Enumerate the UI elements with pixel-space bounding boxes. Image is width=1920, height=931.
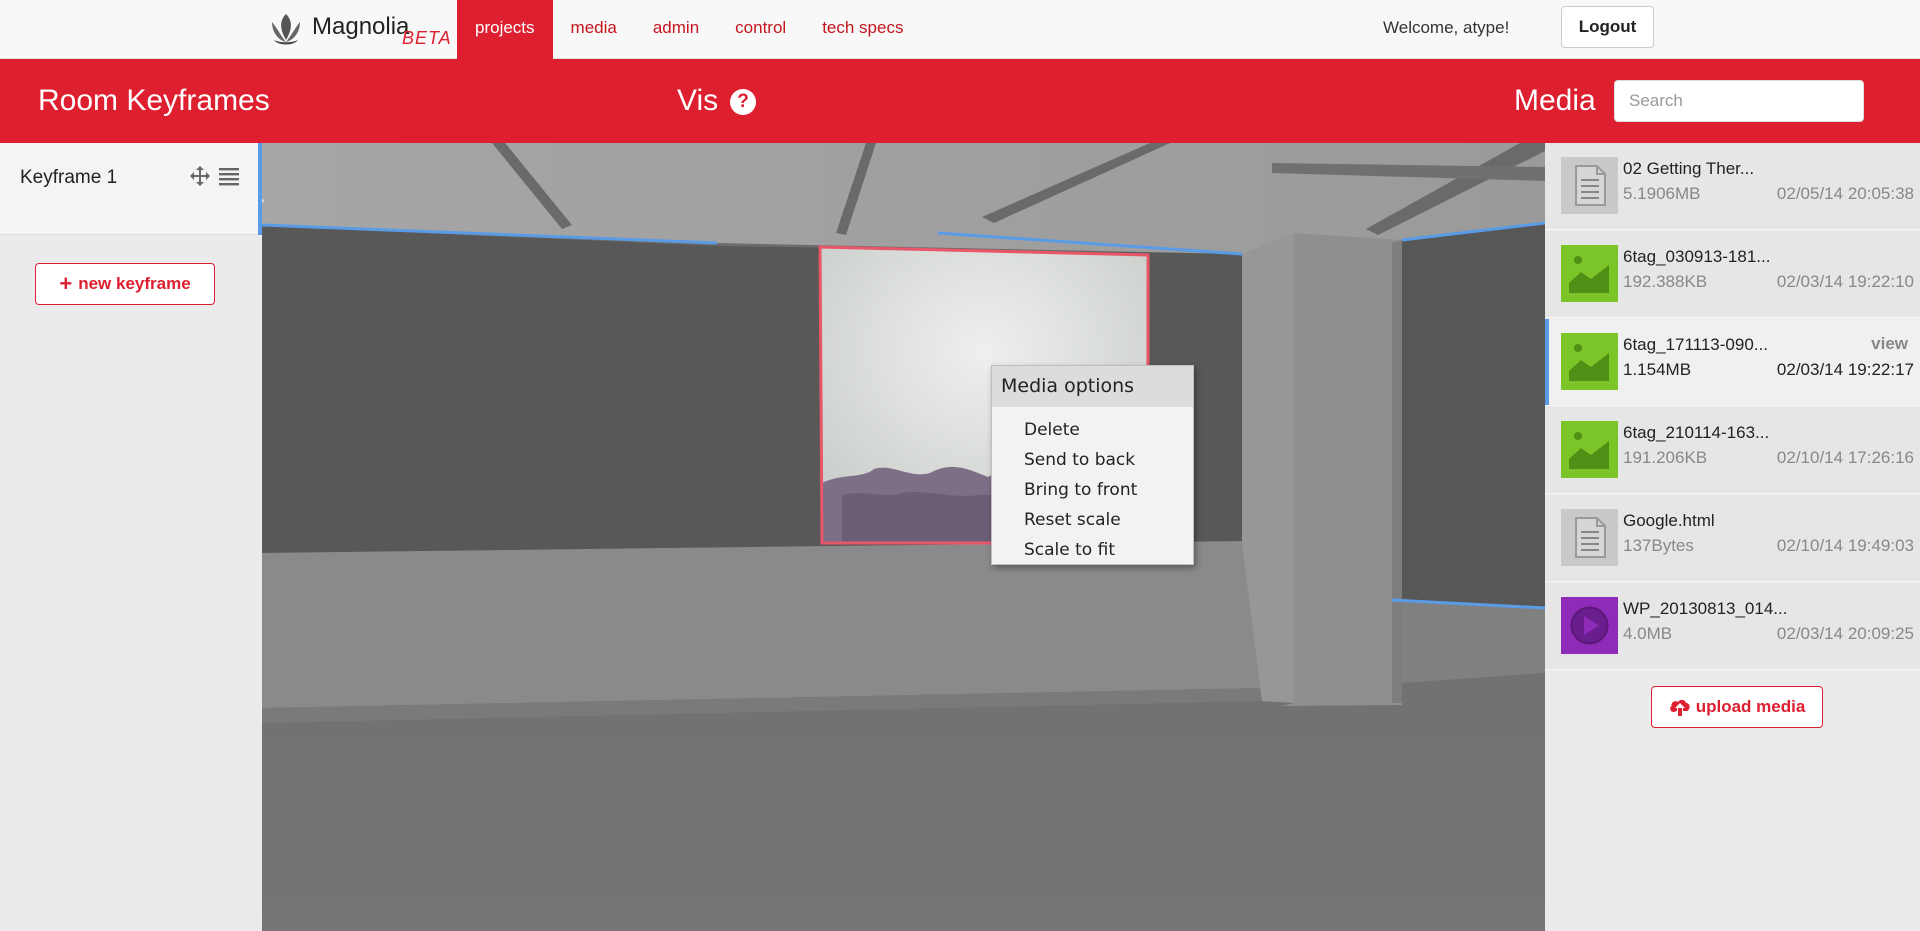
media-size: 191.206KB <box>1623 448 1708 467</box>
menu-item-reset-scale[interactable]: Reset scale <box>992 505 1193 535</box>
media-date: 02/03/14 19:22:10 <box>1776 272 1914 291</box>
media-item[interactable]: Google.html 137Bytes 02/10/14 19:49:03 <box>1545 495 1920 582</box>
media-options-menu: Media options Delete Send to back Bring … <box>991 365 1194 565</box>
media-selected-indicator <box>1545 319 1549 405</box>
media-title: Media <box>1514 84 1596 117</box>
media-item-selected[interactable]: 6tag_171113-090... view 1.154MB 02/03/14… <box>1545 319 1920 406</box>
media-name: 02 Getting Ther... <box>1623 159 1755 178</box>
media-search-input[interactable] <box>1614 80 1864 122</box>
image-icon <box>1561 333 1618 390</box>
media-date: 02/03/14 20:09:25 <box>1776 624 1914 643</box>
brand-logo-link[interactable]: Magnolia <box>266 8 409 52</box>
media-name: Google.html <box>1623 511 1715 530</box>
media-size: 4.0MB <box>1623 624 1673 643</box>
logout-button[interactable]: Logout <box>1561 6 1654 48</box>
room-3d-viewport[interactable]: Media options Delete Send to back Bring … <box>262 143 1545 931</box>
keyframe-label: Keyframe 1 <box>20 167 118 188</box>
menu-item-scale-to-fit[interactable]: Scale to fit <box>992 535 1193 565</box>
top-navbar: Magnolia BETA projects media admin contr… <box>0 0 1920 59</box>
media-panel: 02 Getting Ther... 5.1906MB 02/05/14 20:… <box>1545 143 1920 931</box>
media-date: 02/10/14 19:49:03 <box>1776 536 1914 555</box>
keyframes-panel: Keyframe 1 + new keyframe <box>0 143 262 931</box>
media-date: 02/05/14 20:05:38 <box>1776 184 1914 203</box>
media-date: 02/03/14 19:22:17 <box>1776 360 1914 379</box>
image-icon <box>1561 245 1618 302</box>
nav-control[interactable]: control <box>717 0 804 59</box>
media-name: 6tag_210114-163... <box>1623 423 1770 442</box>
main-nav: projects media admin control tech specs <box>457 0 921 59</box>
media-name: 6tag_171113-090... <box>1623 335 1768 354</box>
image-icon <box>1561 421 1618 478</box>
menu-list-icon[interactable] <box>218 165 240 187</box>
new-keyframe-label: new keyframe <box>78 274 191 293</box>
media-date: 02/10/14 17:26:16 <box>1776 448 1914 467</box>
nav-admin[interactable]: admin <box>635 0 717 59</box>
section-header-bar: Room Keyframes Vis ? Media <box>0 59 1920 143</box>
nav-tech-specs[interactable]: tech specs <box>804 0 921 59</box>
upload-media-label: upload media <box>1695 697 1806 716</box>
nav-media[interactable]: media <box>553 0 635 59</box>
beta-badge: BETA <box>402 28 452 48</box>
menu-item-delete[interactable]: Delete <box>992 415 1193 445</box>
media-item[interactable]: 6tag_030913-181... 192.388KB 02/03/14 19… <box>1545 231 1920 318</box>
media-item[interactable]: 02 Getting Ther... 5.1906MB 02/05/14 20:… <box>1545 143 1920 230</box>
media-item[interactable]: WP_20130813_014... 4.0MB 02/03/14 20:09:… <box>1545 583 1920 670</box>
document-icon <box>1561 157 1618 214</box>
document-icon <box>1561 509 1618 566</box>
view-link[interactable]: view <box>1871 334 1908 354</box>
brand-name: Magnolia <box>312 13 410 40</box>
media-item[interactable]: 6tag_210114-163... 191.206KB 02/10/14 17… <box>1545 407 1920 494</box>
media-size: 137Bytes <box>1623 536 1694 555</box>
keyframes-title: Room Keyframes <box>38 84 270 117</box>
keyframe-item[interactable]: Keyframe 1 <box>0 143 262 235</box>
help-icon[interactable]: ? <box>730 89 756 115</box>
menu-item-send-to-back[interactable]: Send to back <box>992 445 1193 475</box>
vis-title: Vis <box>677 84 719 117</box>
welcome-text: Welcome, atype! <box>1383 18 1510 37</box>
room-scene <box>262 143 1545 931</box>
media-size: 1.154MB <box>1623 360 1692 379</box>
new-keyframe-button[interactable]: + new keyframe <box>35 263 215 305</box>
media-options-title: Media options <box>992 366 1193 407</box>
menu-item-bring-to-front[interactable]: Bring to front <box>992 475 1193 505</box>
media-name: WP_20130813_014... <box>1623 599 1788 618</box>
video-play-icon <box>1561 597 1618 654</box>
media-size: 5.1906MB <box>1623 184 1701 203</box>
magnolia-logo-icon <box>272 14 300 45</box>
move-icon[interactable] <box>189 165 211 187</box>
media-size: 192.388KB <box>1623 272 1708 291</box>
upload-media-button[interactable]: upload media <box>1651 686 1823 728</box>
media-name: 6tag_030913-181... <box>1623 247 1771 266</box>
nav-projects[interactable]: projects <box>457 0 553 59</box>
plus-icon: + <box>59 271 73 296</box>
cloud-upload-icon <box>1669 699 1690 716</box>
